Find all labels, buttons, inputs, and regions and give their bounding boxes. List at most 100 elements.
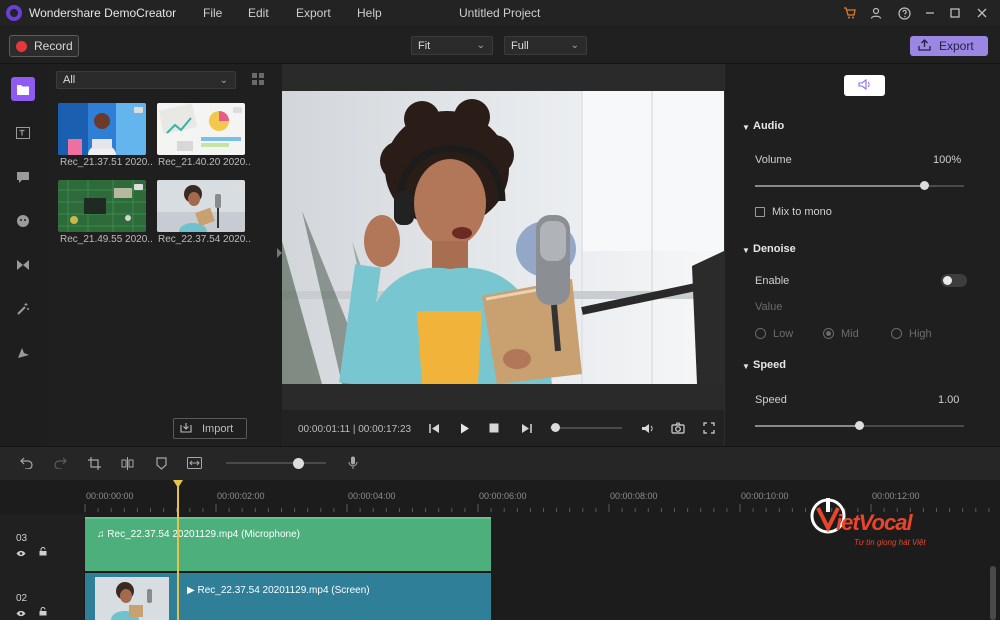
playback-progress-track[interactable] (550, 427, 622, 429)
ruler-label: 00:00:04:00 (348, 491, 396, 501)
ruler-label: 00:00:10:00 (741, 491, 789, 501)
grid-view-icon[interactable] (252, 73, 264, 85)
media-thumbnail[interactable] (157, 180, 245, 232)
zoom-slider-track[interactable] (226, 462, 326, 464)
caret-down-icon[interactable]: ▼ (742, 362, 750, 371)
app-logo-icon (6, 5, 22, 21)
mix-to-mono-checkbox[interactable] (755, 207, 765, 217)
speed-slider-knob[interactable] (855, 421, 864, 430)
export-button[interactable]: Export (910, 36, 988, 56)
crop-icon[interactable] (86, 455, 102, 471)
close-icon[interactable] (973, 4, 991, 22)
undo-icon[interactable] (18, 455, 34, 471)
media-item-label: Rec_21.49.55 2020... (60, 234, 152, 245)
zoom-slider-knob[interactable] (292, 458, 304, 469)
caret-down-icon[interactable]: ▼ (742, 246, 750, 255)
text-icon[interactable] (11, 121, 35, 145)
split-icon[interactable] (119, 455, 135, 471)
chevron-down-icon: ⌄ (476, 40, 485, 51)
menu-edit[interactable]: Edit (248, 6, 269, 20)
maximize-icon[interactable] (946, 4, 964, 22)
timeline-scrollbar[interactable] (990, 566, 996, 620)
audio-tab[interactable] (844, 75, 885, 96)
record-button[interactable]: Record (9, 35, 79, 57)
fullscreen-icon[interactable] (701, 420, 717, 436)
next-frame-icon[interactable] (518, 420, 534, 436)
denoise-section-title[interactable]: Denoise (753, 243, 796, 255)
denoise-mid-radio[interactable] (823, 328, 834, 339)
timeline-toolbar (0, 446, 1000, 480)
media-thumbnail[interactable] (58, 180, 146, 232)
track-number: 03 (16, 533, 28, 544)
user-icon[interactable] (867, 4, 885, 22)
volume-slider-knob[interactable] (919, 181, 929, 190)
collapse-left-icon[interactable] (277, 248, 282, 258)
cursor-effect-icon[interactable] (11, 341, 35, 365)
folder-icon[interactable] (11, 77, 35, 101)
import-label: Import (202, 422, 234, 435)
marker-icon[interactable] (153, 455, 169, 471)
menu-file[interactable]: File (203, 6, 222, 20)
cart-icon[interactable] (840, 4, 858, 22)
eye-icon[interactable] (16, 609, 26, 619)
record-label: Record (34, 39, 73, 53)
previous-frame-icon[interactable] (426, 420, 442, 436)
play-icon[interactable] (457, 420, 473, 436)
video-type-icon (233, 107, 242, 113)
chevron-down-icon: ⌄ (570, 40, 579, 51)
volume-icon[interactable] (639, 420, 655, 436)
eye-icon[interactable] (16, 549, 26, 559)
sticker-icon[interactable] (11, 209, 35, 233)
import-button[interactable]: Import (173, 418, 247, 439)
ruler-label: 00:00:08:00 (610, 491, 658, 501)
denoise-high-label: High (909, 328, 932, 340)
lock-icon[interactable] (39, 547, 47, 558)
quality-value: Full (511, 39, 529, 52)
fit-dropdown[interactable]: Fit ⌄ (411, 36, 493, 55)
mix-to-mono-label: Mix to mono (772, 206, 832, 218)
quality-dropdown[interactable]: Full ⌄ (504, 36, 587, 55)
enable-label: Enable (755, 275, 790, 287)
main-toolbar (0, 26, 1000, 64)
volume-value: 100% (933, 154, 962, 166)
fit-value: Fit (418, 39, 431, 52)
playhead[interactable] (177, 483, 179, 620)
transition-icon[interactable] (11, 253, 35, 277)
watermark-brand: ietVocal (836, 510, 913, 535)
denoise-high-radio[interactable] (891, 328, 902, 339)
microphone-icon[interactable] (345, 455, 361, 471)
audio-clip[interactable]: ♫ Rec_22.37.54 20201129.mp4 (Microphone) (85, 517, 491, 571)
media-filter-dropdown[interactable]: All ⌄ (56, 71, 236, 89)
audio-clip-name: Rec_22.37.54 20201129.mp4 (Microphone) (107, 529, 301, 540)
playback-progress-knob[interactable] (550, 423, 560, 432)
snapshot-icon[interactable] (670, 420, 686, 436)
track-number: 02 (16, 593, 28, 604)
watermark-tagline: Tư tin giọng hát Việt (854, 538, 926, 547)
fit-timeline-icon[interactable] (186, 455, 202, 471)
ruler-label: 00:00:00:00 (86, 491, 134, 501)
help-icon[interactable] (895, 4, 913, 22)
media-thumbnail[interactable] (157, 103, 245, 155)
media-thumbnail[interactable] (58, 103, 146, 155)
app-name: Wondershare DemoCreator (29, 6, 177, 20)
audio-section-title[interactable]: Audio (753, 120, 784, 132)
ruler-label: 00:00:06:00 (479, 491, 527, 501)
speaker-icon (857, 78, 872, 93)
video-icon: ▶ (187, 585, 195, 596)
project-title: Untitled Project (459, 6, 541, 20)
menu-export[interactable]: Export (296, 6, 331, 20)
volume-slider-fill (755, 185, 925, 187)
denoise-enable-toggle[interactable] (941, 274, 967, 287)
screen-clip[interactable]: ▶ Rec_22.37.54 20201129.mp4 (Screen) (85, 573, 491, 620)
speed-section-title[interactable]: Speed (753, 359, 786, 371)
redo-icon[interactable] (52, 455, 68, 471)
magic-wand-icon[interactable] (11, 297, 35, 321)
preview-canvas[interactable] (282, 91, 724, 384)
denoise-low-radio[interactable] (755, 328, 766, 339)
minimize-icon[interactable] (921, 4, 939, 22)
menu-help[interactable]: Help (357, 6, 382, 20)
comment-icon[interactable] (11, 165, 35, 189)
caret-down-icon[interactable]: ▼ (742, 123, 750, 132)
stop-icon[interactable] (486, 420, 502, 436)
lock-icon[interactable] (39, 607, 47, 618)
